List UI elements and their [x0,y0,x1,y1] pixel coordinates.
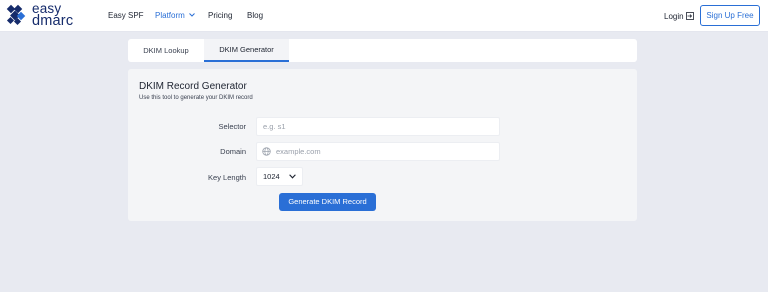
key-length-label: Key Length [208,173,246,182]
domain-placeholder: example.com [276,147,321,156]
tool-tabs: DKIM Lookup DKIM Generator [128,39,637,62]
login-arrow-icon [685,12,694,20]
easydmarc-logo[interactable]: easy dmarc [6,2,90,29]
nav-blog[interactable]: Blog [247,11,263,20]
nav-pricing[interactable]: Pricing [208,11,232,20]
key-length-value: 1024 [263,172,280,181]
tab-dkim-generator[interactable]: DKIM Generator [204,39,289,62]
domain-label: Domain [220,147,246,156]
logo-mark-icon [6,4,26,26]
form-title: DKIM Record Generator [139,81,247,92]
selector-placeholder: e.g. s1 [263,122,286,131]
nav-platform[interactable]: Platform [155,11,195,20]
selector-label: Selector [218,122,246,131]
logo-wordmark: easy dmarc [32,2,74,29]
login-link[interactable]: Login [664,11,694,21]
generate-dkim-button[interactable]: Generate DKIM Record [279,193,376,211]
sign-up-button[interactable]: Sign Up Free [700,5,760,26]
login-label: Login [664,12,684,21]
chevron-down-icon [289,174,296,179]
key-length-select[interactable]: 1024 [256,167,303,186]
form-subtitle: Use this tool to generate your DKIM reco… [139,95,253,101]
chevron-down-icon [188,13,195,17]
nav-platform-label: Platform [155,11,185,20]
selector-input[interactable]: e.g. s1 [256,117,500,136]
tab-dkim-lookup[interactable]: DKIM Lookup [128,39,204,62]
top-navbar: easy dmarc Easy SPF Platform Pricing Blo… [0,0,768,32]
generator-card: DKIM Record Generator Use this tool to g… [128,69,637,221]
logo-line-2: dmarc [32,12,74,29]
globe-icon [262,147,271,156]
nav-easy-spf[interactable]: Easy SPF [108,11,144,20]
domain-input[interactable]: example.com [256,142,500,161]
